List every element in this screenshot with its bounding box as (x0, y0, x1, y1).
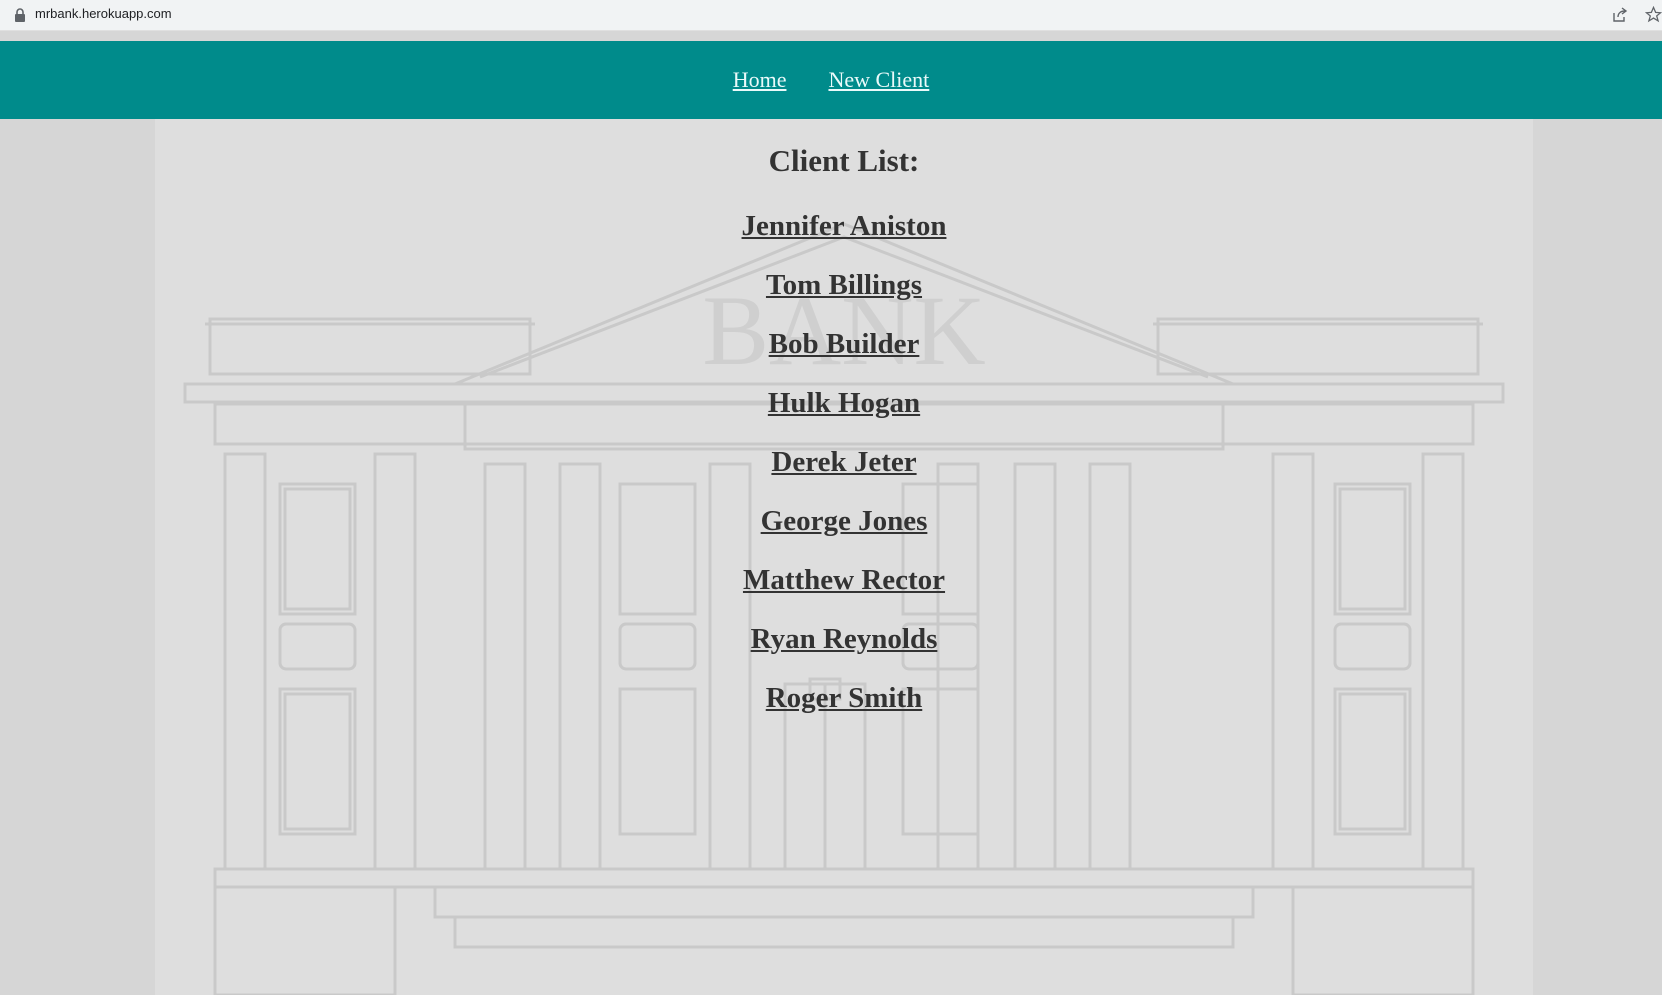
browser-address-bar[interactable]: mrbank.herokuapp.com (0, 0, 1662, 31)
client-link[interactable]: Roger Smith (155, 669, 1533, 728)
client-link[interactable]: Jennifer Aniston (155, 197, 1533, 256)
client-link[interactable]: Hulk Hogan (155, 374, 1533, 433)
client-link[interactable]: Tom Billings (155, 256, 1533, 315)
nav-home-link[interactable]: Home (733, 67, 787, 93)
separator (0, 31, 1662, 41)
client-list-section: Client List: Jennifer Aniston Tom Billing… (155, 119, 1533, 728)
nav-new-client-link[interactable]: New Client (828, 67, 929, 93)
client-link[interactable]: George Jones (155, 492, 1533, 551)
client-link[interactable]: Matthew Rector (155, 551, 1533, 610)
url-text[interactable]: mrbank.herokuapp.com (35, 6, 172, 21)
client-link[interactable]: Derek Jeter (155, 433, 1533, 492)
page-title: Client List: (768, 143, 920, 178)
client-link[interactable]: Ryan Reynolds (155, 610, 1533, 669)
top-navbar: Home New Client (0, 41, 1662, 119)
main-content: BANK Client List: Jennifer Aniston Tom Bi… (155, 119, 1533, 995)
share-icon[interactable] (1612, 7, 1628, 23)
client-list: Jennifer Aniston Tom Billings Bob Builder H… (155, 197, 1533, 728)
lock-icon (15, 8, 25, 22)
client-link[interactable]: Bob Builder (155, 315, 1533, 374)
bookmark-star-icon[interactable] (1645, 6, 1662, 23)
